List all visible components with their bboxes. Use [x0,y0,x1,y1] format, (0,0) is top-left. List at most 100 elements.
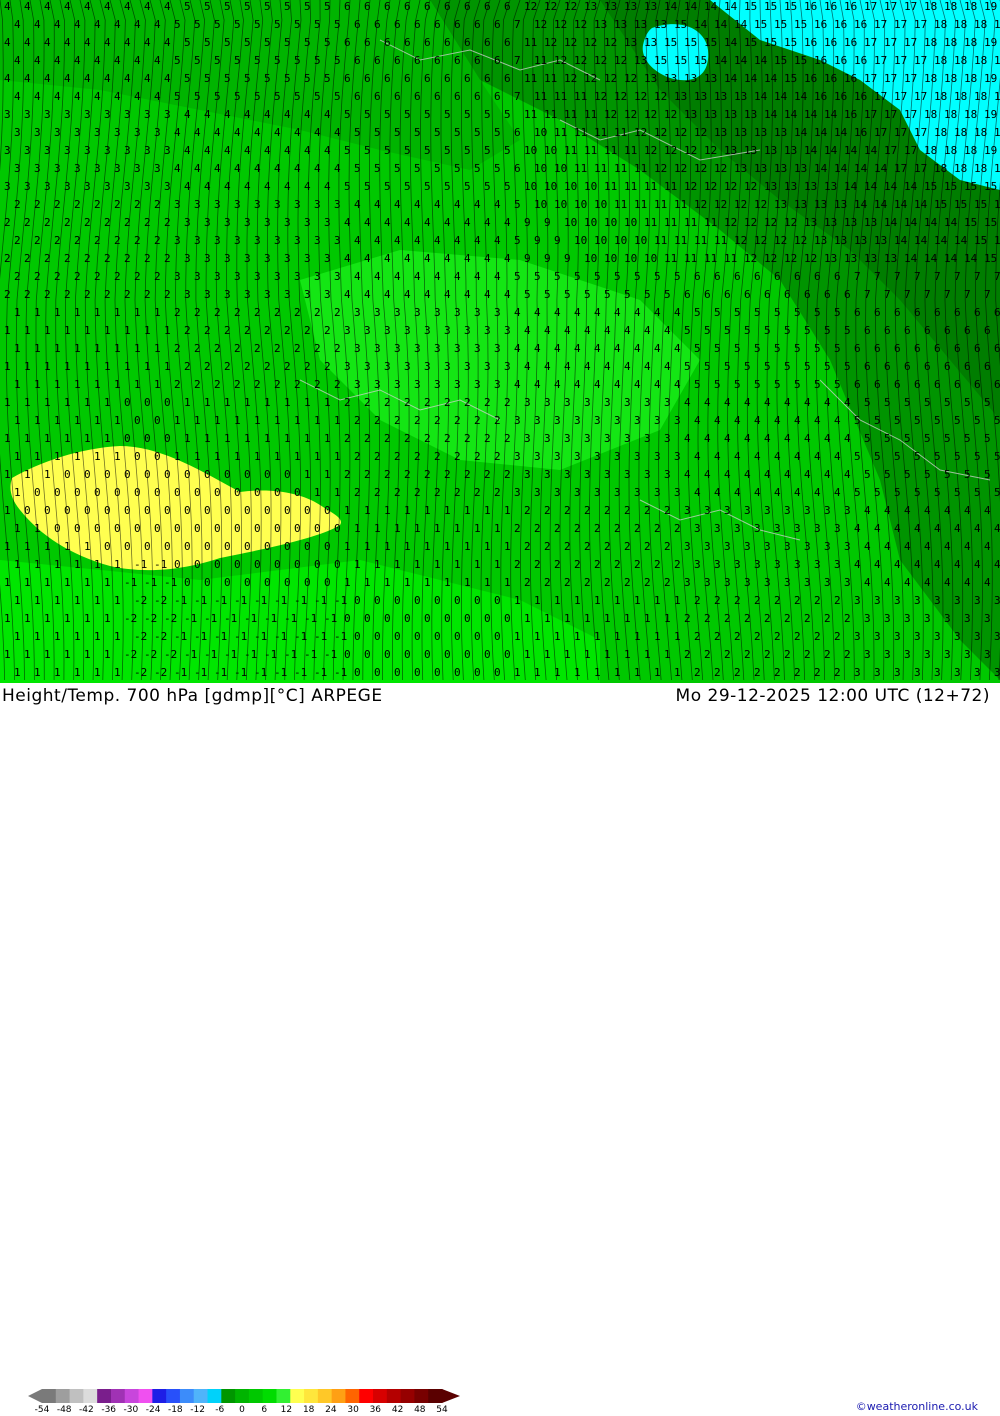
svg-text:4: 4 [554,378,561,391]
svg-text:11: 11 [564,144,577,157]
svg-text:3: 3 [14,162,21,175]
svg-text:1: 1 [424,540,431,553]
svg-text:14: 14 [964,252,978,265]
svg-text:6: 6 [394,54,401,67]
svg-text:1: 1 [114,450,121,463]
svg-text:6: 6 [464,36,471,49]
svg-text:2: 2 [364,432,371,445]
svg-text:1: 1 [154,342,161,355]
scale-swatch [179,1389,195,1403]
svg-text:4: 4 [154,90,161,103]
svg-text:-1: -1 [294,630,307,643]
svg-text:2: 2 [4,252,11,265]
svg-text:5: 5 [394,162,401,175]
svg-text:10: 10 [584,252,597,265]
svg-text:4: 4 [344,216,351,229]
svg-text:3: 3 [624,468,631,481]
svg-text:4: 4 [974,522,981,535]
scale-swatch [276,1389,291,1403]
svg-text:4: 4 [564,360,571,373]
svg-text:10: 10 [604,252,617,265]
svg-text:11: 11 [624,144,637,157]
svg-text:4: 4 [214,162,221,175]
svg-text:1: 1 [674,666,681,679]
svg-text:-1: -1 [214,666,227,679]
svg-text:5: 5 [384,180,391,193]
svg-text:1: 1 [354,558,361,571]
svg-text:2: 2 [564,504,571,517]
svg-text:5: 5 [434,162,441,175]
svg-text:14: 14 [714,18,728,31]
svg-text:1: 1 [4,648,11,661]
svg-text:3: 3 [404,360,411,373]
svg-text:3: 3 [574,414,581,427]
svg-text:6: 6 [744,288,751,301]
svg-text:1: 1 [104,612,111,625]
svg-text:2: 2 [354,486,361,499]
svg-text:4: 4 [354,270,361,283]
svg-text:5: 5 [224,36,231,49]
svg-text:4: 4 [464,252,471,265]
svg-text:4: 4 [554,306,561,319]
svg-text:0: 0 [484,648,491,661]
credit-link[interactable]: ©weatheronline.co.uk [856,1400,978,1413]
svg-text:3: 3 [964,648,971,661]
svg-text:0: 0 [464,648,471,661]
svg-text:4: 4 [94,54,101,67]
svg-text:5: 5 [234,18,241,31]
svg-text:2: 2 [644,504,651,517]
svg-text:5: 5 [174,18,181,31]
svg-text:12: 12 [714,162,727,175]
svg-text:6: 6 [354,90,361,103]
svg-text:12: 12 [764,216,777,229]
svg-text:15: 15 [774,54,787,67]
svg-text:2: 2 [544,540,551,553]
svg-text:2: 2 [664,540,671,553]
svg-text:-1: -1 [194,594,207,607]
svg-text:4: 4 [44,0,51,13]
scale-swatch [373,1389,388,1403]
svg-text:3: 3 [254,198,261,211]
svg-text:6: 6 [484,72,491,85]
svg-text:7: 7 [914,270,921,283]
svg-text:3: 3 [54,126,61,139]
svg-text:5: 5 [444,108,451,121]
svg-text:15: 15 [794,18,807,31]
svg-text:0: 0 [144,432,151,445]
svg-text:3: 3 [994,594,1000,607]
svg-text:1: 1 [594,630,601,643]
svg-text:13: 13 [624,0,637,13]
svg-text:2: 2 [614,522,621,535]
svg-text:1: 1 [404,576,411,589]
svg-text:16: 16 [844,36,857,49]
svg-text:0: 0 [394,630,401,643]
svg-text:1: 1 [44,324,51,337]
svg-text:3: 3 [674,414,681,427]
svg-text:1: 1 [64,360,71,373]
svg-text:6: 6 [434,18,441,31]
svg-text:1: 1 [104,432,111,445]
svg-text:2: 2 [274,378,281,391]
svg-text:4: 4 [774,450,781,463]
svg-text:11: 11 [644,216,657,229]
svg-text:2: 2 [314,378,321,391]
svg-text:-1: -1 [174,594,187,607]
svg-text:2: 2 [814,666,821,679]
svg-text:3: 3 [284,252,291,265]
svg-text:1: 1 [404,540,411,553]
svg-text:4: 4 [24,72,31,85]
svg-text:4: 4 [624,324,631,337]
svg-text:6: 6 [814,270,821,283]
svg-text:4: 4 [374,234,381,247]
svg-text:1: 1 [524,612,531,625]
svg-text:4: 4 [274,126,281,139]
svg-text:-1: -1 [284,612,297,625]
scale-swatch [193,1389,209,1403]
svg-text:0: 0 [64,468,71,481]
svg-text:1: 1 [464,504,471,517]
svg-text:0: 0 [264,576,271,589]
svg-text:4: 4 [324,144,331,157]
svg-text:7: 7 [994,270,1000,283]
svg-text:10: 10 [594,234,607,247]
svg-text:0: 0 [74,522,81,535]
